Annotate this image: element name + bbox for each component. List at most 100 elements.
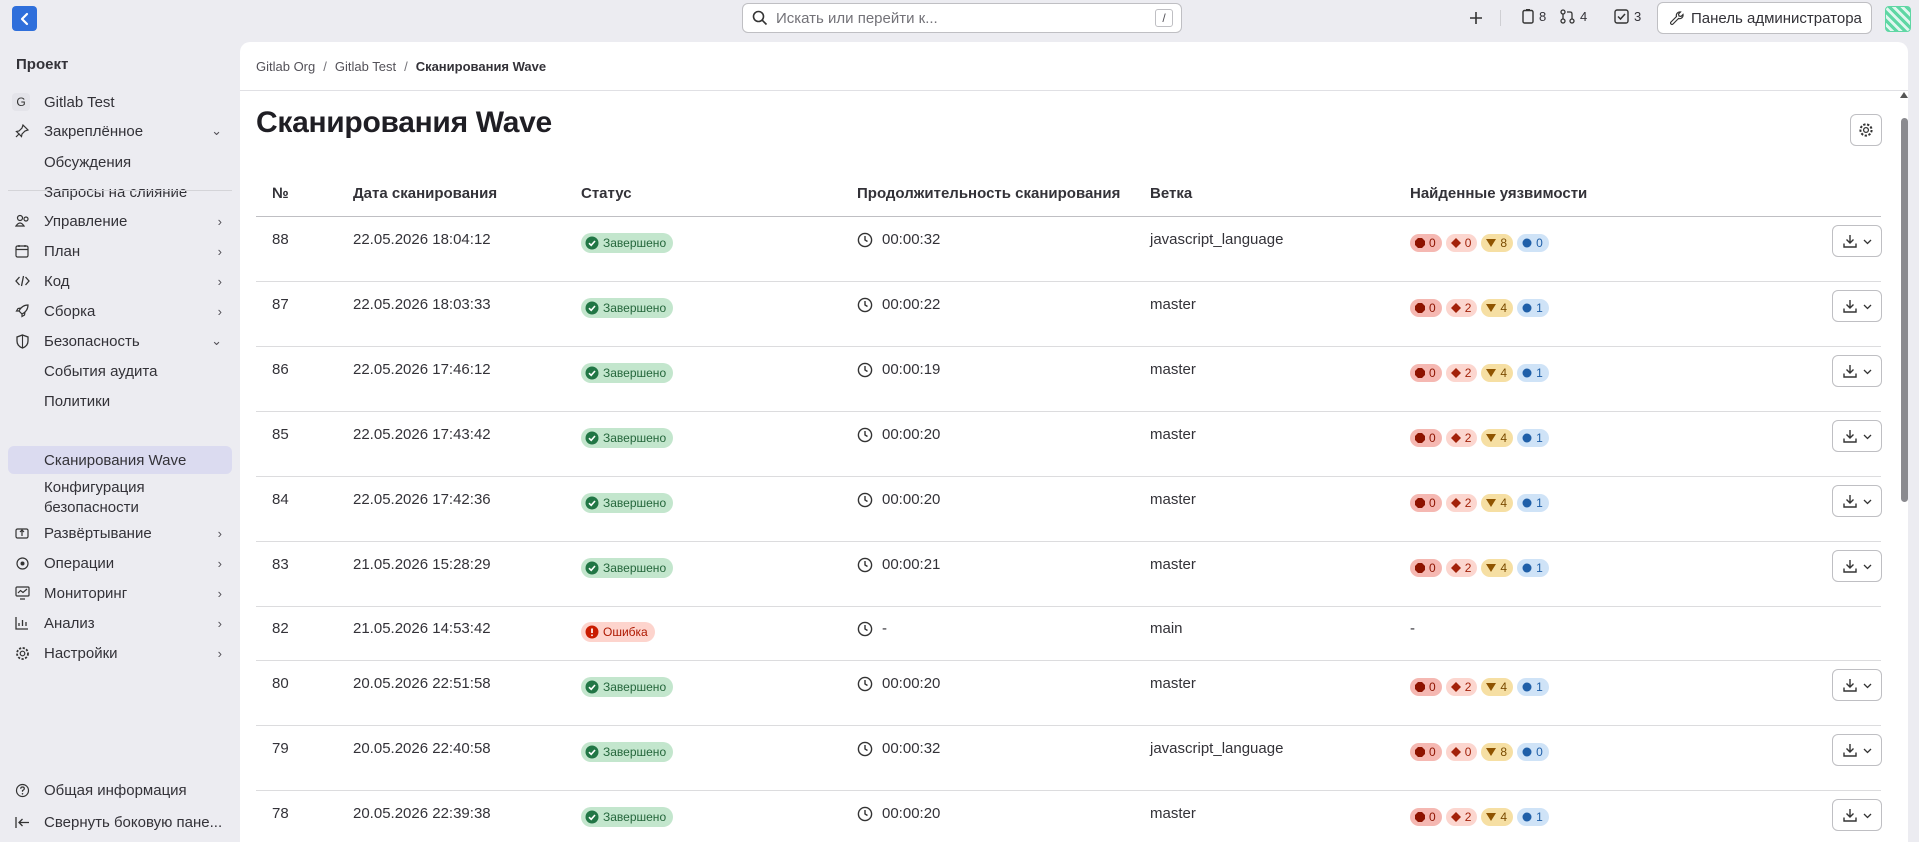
low-vulnerability-count[interactable]: 1 xyxy=(1517,299,1549,317)
create-new-button[interactable] xyxy=(1466,8,1486,28)
sidebar-item-discussions[interactable]: Обсуждения xyxy=(8,148,232,176)
critical-vulnerability-count[interactable]: 0 xyxy=(1410,364,1442,382)
download-report-button[interactable] xyxy=(1832,485,1882,517)
medium-vulnerability-count[interactable]: 8 xyxy=(1481,234,1514,252)
high-vulnerability-count[interactable]: 2 xyxy=(1445,808,1478,826)
download-report-button[interactable] xyxy=(1832,734,1882,766)
sidebar-item-merge-requests[interactable]: Запросы на слияние xyxy=(8,178,232,206)
severity-medium-icon xyxy=(1486,812,1497,822)
critical-vulnerability-count[interactable]: 0 xyxy=(1410,234,1442,252)
download-report-button[interactable] xyxy=(1832,290,1882,322)
sidebar-item-deploy[interactable]: Развёртывание › xyxy=(8,519,232,547)
sidebar-item-security[interactable]: Безопасность ⌄ xyxy=(8,327,232,355)
critical-vulnerability-count[interactable]: 0 xyxy=(1410,299,1442,317)
collapse-sidebar-button[interactable]: Свернуть боковую пане... xyxy=(8,808,232,836)
critical-vulnerability-count[interactable]: 0 xyxy=(1410,743,1442,761)
low-vulnerability-count[interactable]: 1 xyxy=(1517,364,1549,382)
high-vulnerability-count[interactable]: 2 xyxy=(1445,559,1478,577)
gear-icon xyxy=(1859,123,1873,137)
low-vulnerability-count[interactable]: 0 xyxy=(1517,743,1549,761)
high-vulnerability-count[interactable]: 2 xyxy=(1445,364,1478,382)
search-input[interactable]: Искать или перейти к... / xyxy=(742,3,1182,33)
status-label: Завершено xyxy=(603,561,667,575)
download-report-button[interactable] xyxy=(1832,225,1882,257)
count-value: 4 xyxy=(1500,301,1508,315)
download-report-button[interactable] xyxy=(1832,420,1882,452)
download-report-button[interactable] xyxy=(1832,799,1882,831)
medium-vulnerability-count[interactable]: 4 xyxy=(1481,808,1514,826)
high-vulnerability-count[interactable]: 2 xyxy=(1445,299,1478,317)
sidebar-item-settings[interactable]: Настройки › xyxy=(8,639,232,667)
breadcrumb-org[interactable]: Gitlab Org xyxy=(256,59,315,74)
sidebar-item-label: Обсуждения xyxy=(44,153,132,171)
critical-vulnerability-count[interactable]: 0 xyxy=(1410,494,1442,512)
severity-low-icon xyxy=(1522,812,1532,822)
critical-vulnerability-count[interactable]: 0 xyxy=(1410,808,1442,826)
download-report-button[interactable] xyxy=(1832,550,1882,582)
sidebar-toggle-button[interactable] xyxy=(12,6,37,31)
sidebar-item-security-configuration[interactable]: Конфигурация безопасности xyxy=(8,476,232,516)
low-vulnerability-count[interactable]: 1 xyxy=(1517,559,1549,577)
sidebar-item-code[interactable]: Код › xyxy=(8,267,232,295)
issues-counter[interactable]: 8 xyxy=(1522,9,1546,24)
high-vulnerability-count[interactable]: 0 xyxy=(1445,743,1478,761)
high-vulnerability-count[interactable]: 2 xyxy=(1445,429,1478,447)
vulnerability-counts: 0 0 8 0 xyxy=(1410,234,1549,252)
high-vulnerability-count[interactable]: 0 xyxy=(1445,234,1478,252)
scroll-thumb[interactable] xyxy=(1901,118,1908,502)
sidebar-item-audit-events[interactable]: События аудита xyxy=(8,357,232,385)
todo-counter[interactable]: 3 xyxy=(1614,9,1641,24)
sidebar-item-policies[interactable]: Политики xyxy=(8,387,232,415)
critical-vulnerability-count[interactable]: 0 xyxy=(1410,429,1442,447)
low-vulnerability-count[interactable]: 1 xyxy=(1517,494,1549,512)
low-vulnerability-count[interactable]: 1 xyxy=(1517,678,1549,696)
chart-icon xyxy=(14,615,30,631)
search-icon xyxy=(752,10,768,26)
chevron-right-icon: › xyxy=(217,243,222,259)
low-vulnerability-count[interactable]: 1 xyxy=(1517,429,1549,447)
breadcrumb-current[interactable]: Сканирования Wave xyxy=(416,59,546,74)
admin-panel-button[interactable]: Панель администратора xyxy=(1657,2,1872,34)
critical-vulnerability-count[interactable]: 0 xyxy=(1410,678,1442,696)
sidebar-pinned-toggle[interactable]: Закреплённое ⌄ xyxy=(8,117,232,145)
column-header-date: Дата сканирования xyxy=(353,185,498,202)
sidebar-item-build[interactable]: Сборка › xyxy=(8,297,232,325)
medium-vulnerability-count[interactable]: 8 xyxy=(1481,743,1514,761)
download-report-button[interactable] xyxy=(1832,355,1882,387)
sidebar-project-link[interactable]: G Gitlab Test xyxy=(8,88,232,116)
sidebar-item-monitor[interactable]: Мониторинг › xyxy=(8,579,232,607)
medium-vulnerability-count[interactable]: 4 xyxy=(1481,678,1514,696)
low-vulnerability-count[interactable]: 0 xyxy=(1517,234,1549,252)
download-report-button[interactable] xyxy=(1832,669,1882,701)
vulnerability-counts: 0 2 4 1 xyxy=(1410,808,1549,826)
medium-vulnerability-count[interactable]: 4 xyxy=(1481,559,1514,577)
high-vulnerability-count[interactable]: 2 xyxy=(1445,494,1478,512)
high-vulnerability-count[interactable]: 2 xyxy=(1445,678,1478,696)
help-link[interactable]: Общая информация xyxy=(8,776,232,804)
status-label: Завершено xyxy=(603,236,667,250)
table-row: 80 20.05.2026 22:51:58 Завершено 00:00:20 ma… xyxy=(256,661,1882,726)
scrollbar[interactable] xyxy=(1900,92,1908,842)
scroll-up-arrow[interactable] xyxy=(1900,92,1908,98)
count-value: 0 xyxy=(1429,745,1436,759)
sidebar-item-manage[interactable]: Управление › xyxy=(8,207,232,235)
medium-vulnerability-count[interactable]: 4 xyxy=(1481,429,1514,447)
status-badge: Ошибка xyxy=(581,622,655,642)
medium-vulnerability-count[interactable]: 4 xyxy=(1481,299,1514,317)
medium-vulnerability-count[interactable]: 4 xyxy=(1481,494,1514,512)
merge-requests-counter[interactable]: 4 xyxy=(1560,9,1587,24)
user-avatar[interactable] xyxy=(1885,6,1911,32)
critical-vulnerability-count[interactable]: 0 xyxy=(1410,559,1442,577)
check-circle-icon xyxy=(585,680,599,694)
page-settings-button[interactable] xyxy=(1850,114,1882,146)
sidebar-item-analyze[interactable]: Анализ › xyxy=(8,609,232,637)
count-value: 2 xyxy=(1464,366,1472,380)
sidebar-item-wave-scans[interactable]: Сканирования Wave xyxy=(8,446,232,474)
medium-vulnerability-count[interactable]: 4 xyxy=(1481,364,1514,382)
count-value: 0 xyxy=(1429,236,1436,250)
sidebar-item-operations[interactable]: Операции › xyxy=(8,549,232,577)
chevron-down-icon xyxy=(1863,434,1871,439)
low-vulnerability-count[interactable]: 1 xyxy=(1517,808,1549,826)
breadcrumb-project[interactable]: Gitlab Test xyxy=(335,59,396,74)
sidebar-item-plan[interactable]: План › xyxy=(8,237,232,265)
